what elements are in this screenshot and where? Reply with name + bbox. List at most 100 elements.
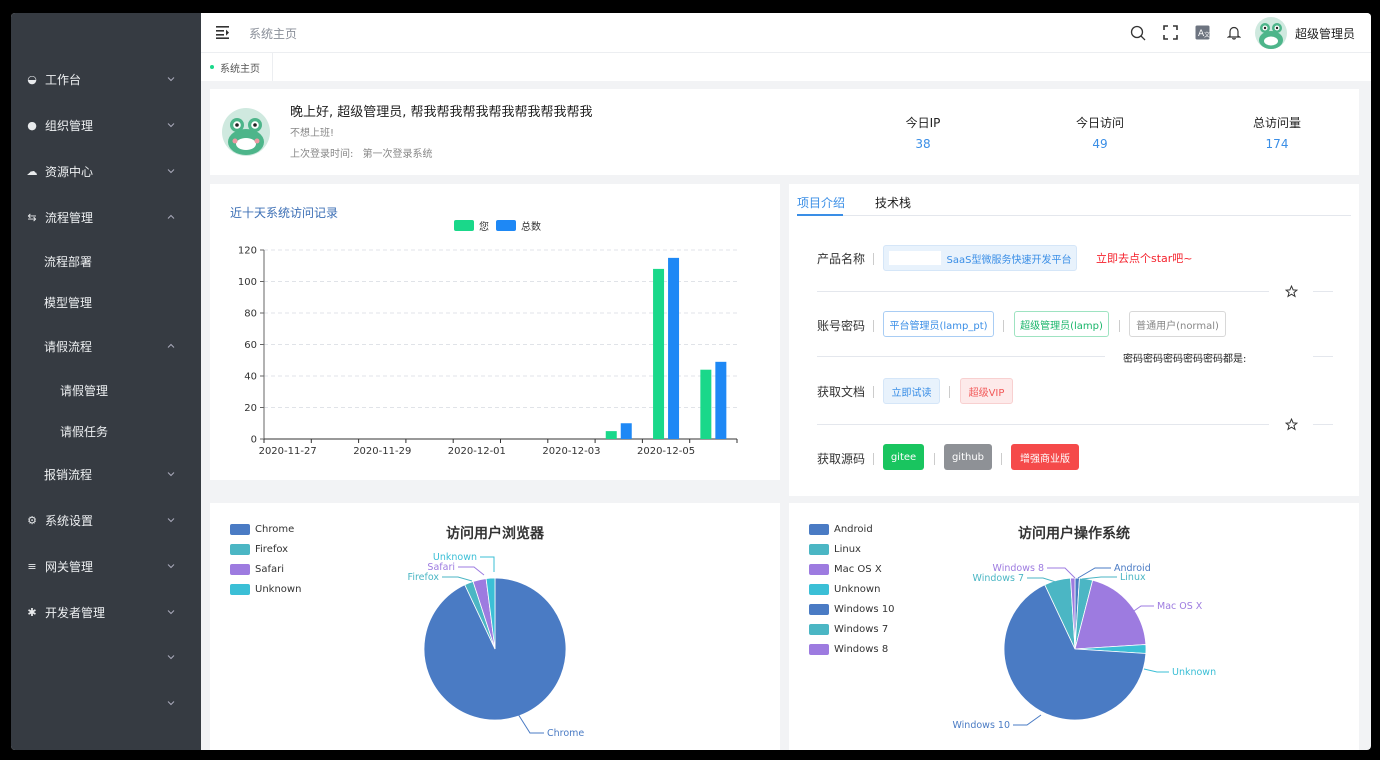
language-icon[interactable]: A文	[1195, 25, 1210, 40]
divider	[1001, 453, 1002, 465]
tab-active-indicator	[797, 214, 843, 216]
source-label: 获取源码	[817, 452, 866, 466]
sidebar-item-reimburse[interactable]: 报销流程	[11, 454, 201, 494]
tab-tech-stack[interactable]: 技术栈	[875, 194, 911, 211]
password-note: 密码密码密码密码密码都是:	[1123, 354, 1247, 365]
x-tick-label: 2020-12-03	[542, 446, 600, 457]
pie-label: Windows 7	[973, 573, 1024, 584]
gitee-button[interactable]: gitee	[883, 444, 924, 470]
y-tick-label: 100	[238, 277, 257, 288]
sidebar-item-label: 报销流程	[44, 467, 93, 482]
tab-project-intro[interactable]: 项目介绍	[797, 194, 845, 211]
bar[interactable]	[668, 257, 680, 439]
y-tick-label: 0	[251, 435, 257, 446]
main-area: 系统主页 A文 超级管理员 系统主页 晚上好, 超级管理员, 帮我帮我帮我帮我帮…	[201, 13, 1371, 750]
sidebar-item-developer[interactable]: ✱ 开发者管理	[11, 592, 201, 632]
chevron-up-icon	[167, 214, 175, 219]
star-link[interactable]: 立即去点个star吧~	[1096, 250, 1193, 266]
star-icon	[1285, 418, 1298, 431]
bar[interactable]	[715, 361, 727, 439]
chevron-down-icon	[167, 610, 175, 615]
chevron-up-icon	[167, 343, 175, 348]
label-line	[458, 566, 485, 576]
divider	[817, 291, 1269, 292]
divider	[873, 253, 874, 265]
subtitle: 不想上班!	[290, 128, 335, 139]
pie-label: Linux	[1120, 572, 1146, 583]
chevron-down-icon	[167, 123, 175, 128]
pie-label: Unknown	[1172, 667, 1216, 678]
tab-home[interactable]: 系统主页	[210, 53, 273, 81]
sidebar-item-label: 模型管理	[44, 295, 93, 310]
sidebar-item-unlabeled[interactable]	[11, 637, 201, 677]
divider	[873, 320, 874, 332]
bar[interactable]	[653, 268, 665, 439]
sidebar-item-label: 网关管理	[45, 559, 94, 574]
product-label: 产品名称	[817, 252, 866, 266]
sidebar-item-unlabeled[interactable]	[11, 683, 201, 723]
bell-icon[interactable]	[1227, 25, 1241, 40]
read-trial-button[interactable]: 立即试读	[883, 378, 940, 404]
github-button[interactable]: github	[944, 444, 992, 470]
divider	[1313, 356, 1333, 357]
sidebar-item-gateway[interactable]: ≡ 网关管理	[11, 546, 201, 586]
sidebar-item-leave-flow[interactable]: 请假流程	[11, 326, 201, 366]
label-line	[1081, 576, 1117, 580]
stat-title: 总访问量	[1252, 116, 1301, 130]
last-login: 上次登录时间: 第一次登录系统	[290, 145, 433, 160]
docs-label: 获取文档	[817, 385, 866, 399]
bar[interactable]	[700, 369, 712, 439]
tab-label: 系统主页	[220, 63, 260, 75]
chevron-down-icon	[167, 169, 175, 174]
stat-title: 今日IP	[905, 116, 941, 130]
sidebar-item-resources[interactable]: ☁ 资源中心	[11, 151, 201, 191]
super-vip-button[interactable]: 超级VIP	[960, 378, 1013, 404]
chevron-down-icon	[167, 77, 175, 82]
sidebar-item-dashboard[interactable]: ◒ 工作台	[11, 59, 201, 99]
tabs-divider	[797, 215, 1351, 216]
account-label: 账号密码	[817, 319, 866, 333]
sidebar-item-leave-tasks[interactable]: 请假任务	[11, 411, 201, 451]
sidebar-item-org[interactable]: ● 组织管理	[11, 105, 201, 145]
sidebar-item-label: 资源中心	[45, 164, 94, 179]
sidebar-item-deploy[interactable]: 流程部署	[11, 241, 201, 281]
account-super-admin[interactable]: 超级管理员(lamp)	[1014, 311, 1109, 337]
svg-text:文: 文	[1204, 31, 1210, 39]
y-tick-label: 20	[244, 403, 257, 414]
sidebar-item-leave-manage[interactable]: 请假管理	[11, 370, 201, 410]
divider	[1119, 320, 1120, 332]
sidebar-item-workflow[interactable]: ⇆ 流程管理	[11, 197, 201, 237]
fullscreen-icon[interactable]	[1163, 25, 1178, 40]
bar[interactable]	[605, 431, 617, 439]
dashboard-icon: ◒	[27, 72, 37, 86]
stat-value: 38	[915, 137, 931, 151]
chevron-down-icon	[167, 564, 175, 569]
bar[interactable]	[620, 423, 632, 439]
divider	[817, 424, 1269, 425]
avatar	[222, 108, 270, 156]
search-icon[interactable]	[1130, 25, 1146, 41]
pie-label: Windows 10	[952, 720, 1010, 731]
enterprise-button[interactable]: 增强商业版	[1011, 444, 1079, 470]
users-icon: ●	[27, 118, 37, 132]
x-tick-label: 2020-12-01	[448, 446, 506, 457]
sidebar-item-label: 工作台	[45, 72, 82, 87]
account-admin-pt[interactable]: 平台管理员(lamp_pt)	[883, 311, 994, 337]
visit-chart-card: 近十天系统访问记录 您 总数 0 20 40 60 80 100 120 2020-11-27…	[210, 184, 780, 480]
x-tick-label: 2020-12-05	[637, 446, 695, 457]
sidebar-item-settings[interactable]: ⚙ 系统设置	[11, 500, 201, 540]
account-normal-user[interactable]: 普通用户(normal)	[1129, 311, 1226, 337]
y-tick-label: 40	[244, 372, 257, 383]
project-card: 项目介绍 技术栈 产品名称 SaaS型微服务快速开发平台 立即去点个star吧~…	[789, 184, 1359, 496]
top-header: 系统主页 A文 超级管理员	[201, 13, 1371, 53]
divider	[873, 386, 874, 398]
label-line	[1013, 714, 1042, 726]
avatar[interactable]	[1254, 16, 1288, 50]
last-login-label: 上次登录时间:	[290, 149, 354, 160]
breadcrumb[interactable]: 系统主页	[249, 25, 297, 42]
menu-fold-icon[interactable]	[216, 26, 230, 39]
username[interactable]: 超级管理员	[1295, 25, 1355, 42]
y-tick-label: 60	[244, 340, 257, 351]
product-name: SaaS型微服务快速开发平台	[946, 254, 1072, 266]
sidebar-item-models[interactable]: 模型管理	[11, 282, 201, 322]
